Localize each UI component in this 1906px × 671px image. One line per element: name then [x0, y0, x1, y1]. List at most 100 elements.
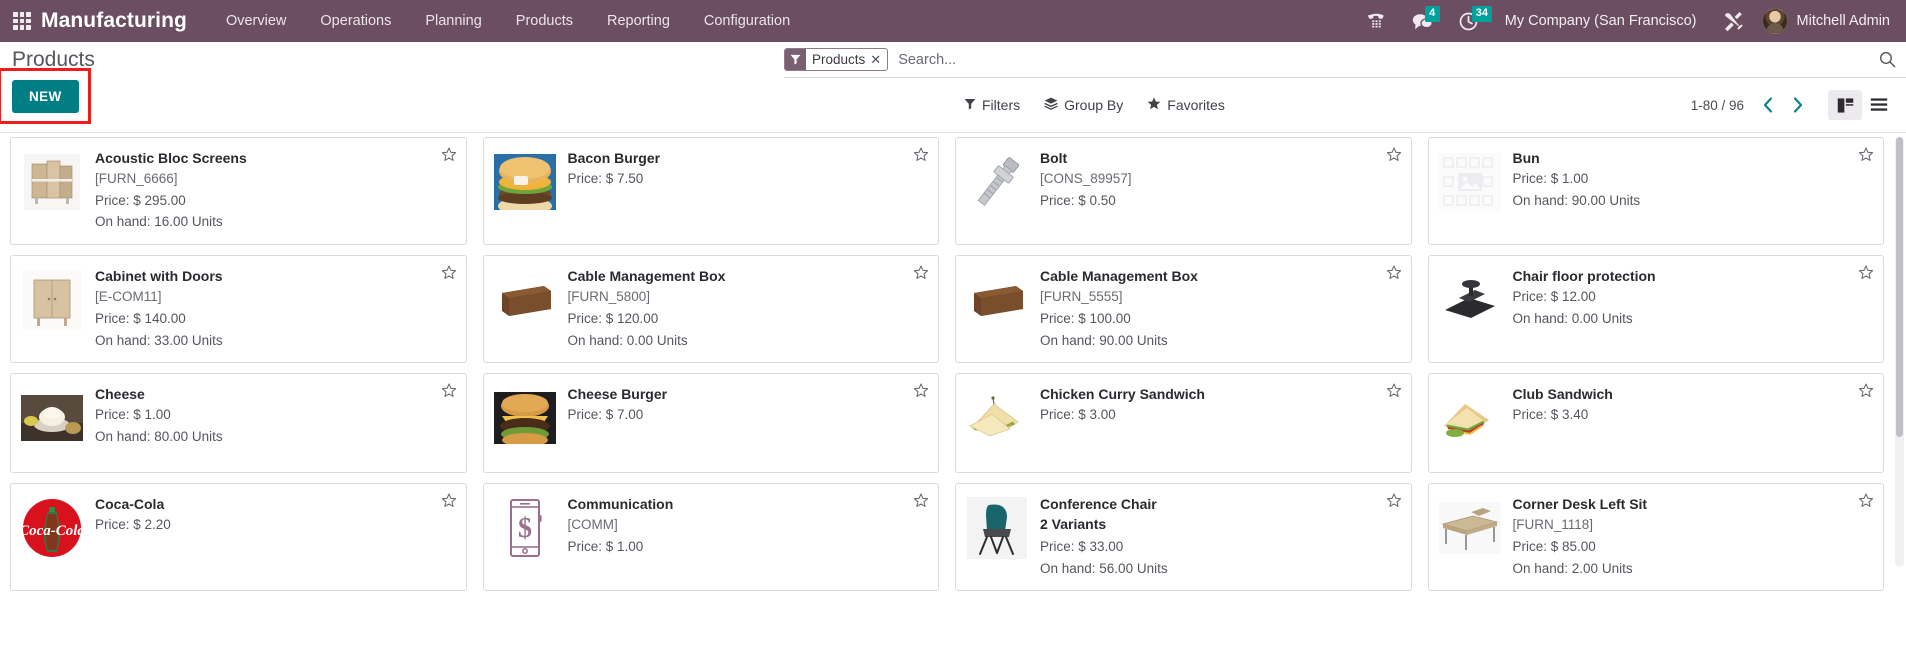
kanban-card-product[interactable]: Acoustic Bloc Screens [FURN_6666] Price:…: [10, 137, 467, 246]
star-outline-icon[interactable]: [1386, 265, 1402, 281]
new-button[interactable]: NEW: [12, 80, 79, 114]
filters-dropdown[interactable]: Filters: [952, 91, 1032, 119]
pager-range[interactable]: 1-80 / 96: [1691, 98, 1752, 113]
card-body: Corner Desk Left Sit [FURN_1118] Price: …: [1513, 493, 1874, 579]
product-price: Price: $ 1.00: [1512, 171, 1589, 187]
product-price: Price: $ 1.00: [567, 539, 644, 555]
card-body: Conference Chair 2 Variants Price: $ 33.…: [1040, 493, 1401, 579]
star-outline-icon[interactable]: [441, 383, 457, 399]
kanban-card-product[interactable]: Bacon Burger Price: $ 7.50: [482, 137, 939, 246]
cable-box-image: [965, 268, 1029, 332]
kanban-card-product[interactable]: Corner Desk Left Sit [FURN_1118] Price: …: [1427, 483, 1884, 592]
card-body: Club Sandwich Price: $ 3.40: [1513, 383, 1874, 461]
product-price: Price: $ 85.00: [1512, 539, 1596, 555]
menu-item-operations[interactable]: Operations: [303, 0, 408, 42]
view-switcher: [1828, 90, 1896, 120]
systray: 4 34 My Company (San Francisco) Mitchell…: [1354, 0, 1906, 42]
star-outline-icon[interactable]: [913, 493, 929, 509]
kanban-card-product[interactable]: Chair floor protection Price: $ 12.00 On…: [1427, 255, 1884, 364]
pager-previous-button[interactable]: [1754, 95, 1782, 115]
kanban-card-product[interactable]: Cable Management Box [FURN_5800] Price: …: [482, 255, 939, 364]
star-outline-icon[interactable]: [441, 493, 457, 509]
svg-text:Coca-Cola: Coca-Cola: [21, 523, 83, 539]
product-reference: [FURN_5800]: [567, 289, 651, 305]
company-switcher[interactable]: My Company (San Francisco): [1491, 13, 1711, 29]
kanban-card-product[interactable]: Conference Chair 2 Variants Price: $ 33.…: [955, 483, 1412, 592]
product-title: Cheese: [95, 386, 145, 403]
kanban-card-product[interactable]: Cheese Price: $ 1.00 On hand: 80.00 Unit…: [10, 373, 467, 474]
menu-item-configuration[interactable]: Configuration: [687, 0, 807, 42]
star-outline-icon[interactable]: [441, 265, 457, 281]
star-outline-icon[interactable]: [1858, 383, 1874, 399]
wrench-screwdriver-icon[interactable]: [1711, 11, 1756, 32]
app-brand-manufacturing[interactable]: Manufacturing: [41, 9, 187, 33]
menu-item-products[interactable]: Products: [499, 0, 590, 42]
star-outline-icon[interactable]: [913, 383, 929, 399]
star-outline-icon[interactable]: [1386, 493, 1402, 509]
kanban-card-product[interactable]: Cheese Burger Price: $ 7.00: [482, 373, 939, 474]
product-reference: [E-COM11]: [95, 289, 162, 305]
star-outline-icon[interactable]: [441, 147, 457, 163]
product-reference: [COMM]: [567, 517, 618, 533]
card-body: Cable Management Box [FURN_5555] Price: …: [1040, 265, 1401, 351]
apps-grid-icon[interactable]: [11, 10, 33, 32]
messages-icon[interactable]: 4: [1399, 0, 1446, 42]
floor-mat-image: [1438, 268, 1502, 332]
user-name-label: Mitchell Admin: [1796, 13, 1890, 29]
favorites-dropdown[interactable]: Favorites: [1135, 91, 1237, 119]
club-sandwich-image: [1438, 386, 1502, 450]
menu-item-reporting[interactable]: Reporting: [590, 0, 687, 42]
kanban-scrollbar[interactable]: [1895, 137, 1904, 567]
user-menu[interactable]: Mitchell Admin: [1756, 8, 1900, 34]
cabinet-image: [20, 268, 84, 332]
control-panel-left: Products NEW: [0, 42, 95, 125]
filters-label: Filters: [982, 97, 1021, 113]
breadcrumb[interactable]: Products: [12, 42, 95, 73]
star-outline-icon[interactable]: [913, 147, 929, 163]
pager: 1-80 / 96: [1691, 90, 1896, 120]
kanban-card-product[interactable]: $ Communication [COMM] Price: $ 1.00: [482, 483, 939, 592]
product-price: Price: $ 7.00: [567, 407, 644, 423]
activities-count-badge: 34: [1471, 6, 1492, 22]
menu-item-planning[interactable]: Planning: [408, 0, 498, 42]
card-body: Chair floor protection Price: $ 12.00 On…: [1513, 265, 1874, 351]
star-outline-icon[interactable]: [1858, 265, 1874, 281]
kanban-card-product[interactable]: Bun Price: $ 1.00 On hand: 90.00 Units: [1427, 137, 1884, 246]
phone-keypad-icon[interactable]: [1354, 0, 1399, 42]
kanban-card-product[interactable]: Chicken Curry Sandwich Price: $ 3.00: [955, 373, 1412, 474]
search-input[interactable]: [898, 42, 1871, 77]
kanban-card-product[interactable]: Club Sandwich Price: $ 3.40: [1427, 373, 1884, 474]
menu-item-overview[interactable]: Overview: [209, 0, 303, 42]
product-title: Acoustic Bloc Screens: [95, 150, 247, 166]
image-placeholder: [1438, 150, 1502, 214]
product-title: Corner Desk Left Sit: [1512, 496, 1648, 513]
star-outline-icon[interactable]: [1858, 493, 1874, 509]
activities-icon[interactable]: 34: [1446, 0, 1492, 42]
kanban-card-product[interactable]: Bolt [CONS_89957] Price: $ 0.50: [955, 137, 1412, 246]
kanban-card-product[interactable]: Coca-Cola Coca-Cola Price: $ 2.20: [10, 483, 467, 592]
search-facet-products[interactable]: Products ✕: [784, 48, 889, 71]
kanban-card-product[interactable]: Cabinet with Doors [E-COM11] Price: $ 14…: [10, 255, 467, 364]
filter-toolbar: Filters Group By Favorites 1-80 / 96: [784, 78, 1906, 132]
product-price: Price: $ 140.00: [95, 310, 186, 326]
kanban-view-button[interactable]: [1828, 90, 1862, 120]
cheeseburger-image: [493, 386, 557, 450]
star-outline-icon[interactable]: [913, 265, 929, 281]
control-panel-right: Products ✕ Filters: [784, 42, 1906, 133]
kanban-card-product[interactable]: Cable Management Box [FURN_5555] Price: …: [955, 255, 1412, 364]
card-body: Coca-Cola Price: $ 2.20: [95, 493, 456, 579]
product-title: Cable Management Box: [1040, 268, 1198, 285]
product-price: Price: $ 295.00: [95, 192, 186, 208]
list-view-button[interactable]: [1862, 90, 1896, 120]
card-body: Bolt [CONS_89957] Price: $ 0.50: [1040, 147, 1401, 233]
star-outline-icon[interactable]: [1386, 147, 1402, 163]
chair-image: [965, 496, 1029, 560]
pager-next-button[interactable]: [1784, 95, 1812, 115]
magnifier-icon[interactable]: [1871, 51, 1896, 68]
group-by-dropdown[interactable]: Group By: [1032, 91, 1135, 119]
search-facet-remove-icon[interactable]: ✕: [870, 49, 887, 70]
product-on-hand: On hand: 80.00 Units: [95, 429, 223, 445]
star-outline-icon[interactable]: [1858, 147, 1874, 163]
sandwich-image: [965, 386, 1029, 450]
star-outline-icon[interactable]: [1386, 383, 1402, 399]
